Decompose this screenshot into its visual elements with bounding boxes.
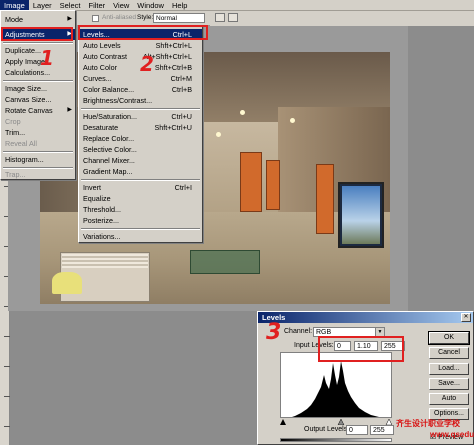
menu-view[interactable]: View [109, 0, 133, 11]
input-slider[interactable] [280, 418, 393, 426]
menu-item-equalize[interactable]: Equalize [79, 193, 202, 204]
menu-item-auto-levels[interactable]: Auto Levels Shft+Ctrl+L [79, 40, 202, 51]
menu-layer[interactable]: Layer [29, 0, 56, 11]
menu-item-histogram[interactable]: Histogram... [1, 154, 75, 165]
histogram-graph [292, 361, 379, 417]
menu-image[interactable]: Image [0, 0, 29, 11]
cancel-button[interactable]: Cancel [429, 347, 469, 359]
menu-filter[interactable]: Filter [84, 0, 109, 11]
output-slider[interactable] [280, 438, 392, 442]
menu-item-variations[interactable]: Variations... [79, 231, 202, 242]
output-levels-label: Output Levels: [304, 426, 350, 433]
menu-item-image-size[interactable]: Image Size... [1, 83, 75, 94]
menu-select[interactable]: Select [56, 0, 85, 11]
menu-item-calculations[interactable]: Calculations... [1, 67, 75, 78]
watermark-url: www.qsedu.net [430, 430, 474, 439]
brush-icon[interactable] [228, 13, 238, 22]
menu-item-channel-mixer[interactable]: Channel Mixer... [79, 155, 202, 166]
style-label: Style: [137, 14, 154, 21]
menu-help[interactable]: Help [168, 0, 191, 11]
close-icon[interactable]: ✕ [461, 313, 471, 322]
ok-button[interactable]: OK [428, 331, 470, 345]
menu-item-threshold[interactable]: Threshold... [79, 204, 202, 215]
save-button[interactable]: Save... [429, 378, 469, 390]
menu-item-rotate-canvas[interactable]: Rotate Canvas ▶ [1, 105, 75, 116]
output-white-field[interactable]: 255 [370, 425, 394, 435]
menu-item-mode[interactable]: Mode ▶ [1, 14, 75, 25]
menu-item-brightness-contrast[interactable]: Brightness/Contrast... [79, 95, 202, 106]
menu-item-duplicate[interactable]: Duplicate... [1, 45, 75, 56]
menu-item-reveal-all: Reveal All [5, 139, 37, 148]
style-select[interactable]: Normal [153, 13, 205, 23]
anti-aliased-checkbox[interactable] [92, 15, 99, 22]
highlight-box-input-levels [318, 336, 404, 362]
menu-item-trim[interactable]: Trim... [1, 127, 75, 138]
menu-item-canvas-size[interactable]: Canvas Size... [1, 94, 75, 105]
annotation-step-2: 2 [140, 52, 154, 76]
annotation-step-1: 1 [40, 46, 54, 70]
auto-button[interactable]: Auto [429, 393, 469, 405]
anti-aliased-label: Anti-aliased [102, 14, 136, 21]
menu-item-hue-saturation[interactable]: Hue/Saturation... Ctrl+U [79, 111, 202, 122]
menu-item-crop: Crop [5, 117, 21, 126]
output-black-field[interactable]: 0 [346, 425, 368, 435]
channel-label: Channel: [284, 328, 313, 335]
menu-item-replace-color[interactable]: Replace Color... [79, 133, 202, 144]
menu-item-selective-color[interactable]: Selective Color... [79, 144, 202, 155]
menu-item-invert[interactable]: Invert Ctrl+I [79, 182, 202, 193]
watermark-text: 齐生设计职业学校 [396, 419, 460, 428]
menu-item-color-balance[interactable]: Color Balance... Ctrl+B [79, 84, 202, 95]
menu-item-desaturate[interactable]: Desaturate Shft+Ctrl+U [79, 122, 202, 133]
menu-item-apply-image[interactable]: Apply Image... [1, 56, 75, 67]
photoshop-window: Image Layer Select Filter View Window He… [0, 0, 474, 445]
dialog-title: Levels ✕ [258, 312, 473, 323]
menu-item-gradient-map[interactable]: Gradient Map... [79, 166, 202, 177]
toolbar-right [210, 11, 474, 26]
highlight-box-levels [78, 25, 208, 40]
annotation-step-3: 3 [266, 320, 282, 345]
highlight-box-adjustments [1, 27, 73, 41]
palette-icon[interactable] [215, 13, 225, 22]
menu-item-trap: Trap... [5, 170, 26, 179]
menu-item-posterize[interactable]: Posterize... [79, 215, 202, 226]
load-button[interactable]: Load... [429, 363, 469, 375]
menu-window[interactable]: Window [133, 0, 168, 11]
chevron-down-icon: ▼ [375, 328, 384, 336]
